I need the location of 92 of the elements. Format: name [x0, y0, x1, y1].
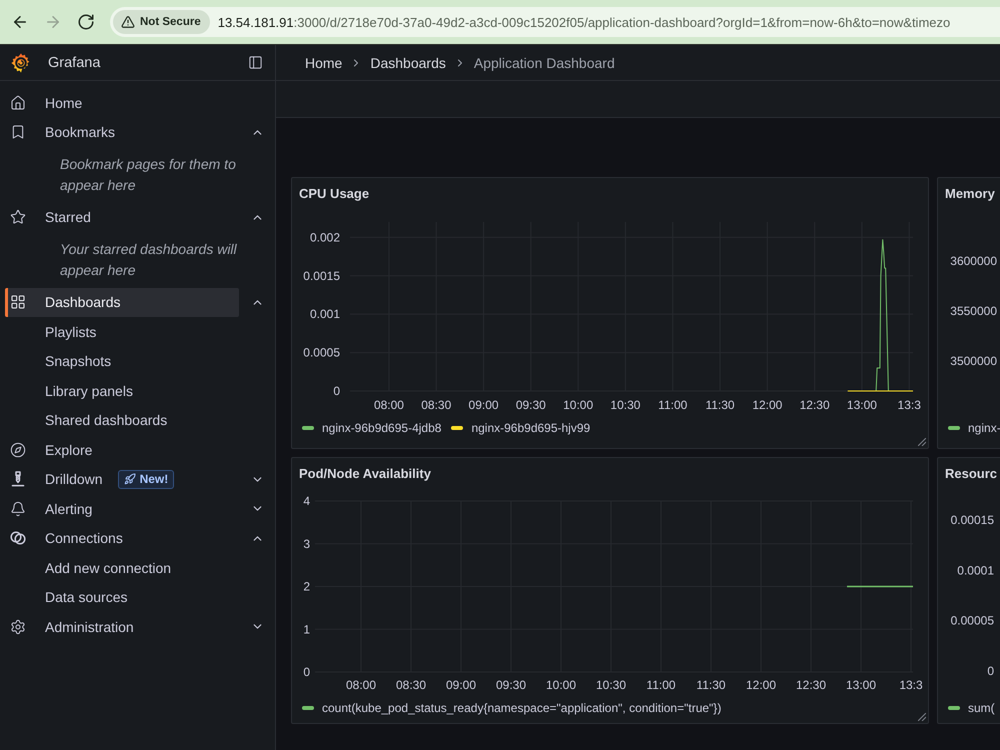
axis-label: 10:00: [563, 398, 594, 412]
nav-subitem[interactable]: Add new connection: [5, 553, 239, 582]
bookmark-icon: [10, 124, 26, 140]
legend-label[interactable]: sum(: [968, 701, 995, 715]
nav-subitem[interactable]: Snapshots: [5, 346, 239, 376]
nav-item[interactable]: Home: [5, 88, 239, 118]
warning-icon: [121, 15, 135, 29]
axis-label: 09:30: [516, 398, 546, 412]
home-icon: [10, 94, 26, 111]
axis-label: 3: [303, 536, 310, 551]
star-icon: [10, 209, 26, 226]
logo-icon[interactable]: [10, 52, 32, 74]
nav-item[interactable]: Bookmarks: [5, 118, 239, 147]
axis-label: 0.002: [310, 230, 340, 244]
axis-label: 0: [987, 664, 994, 678]
axis-label: 08:30: [421, 398, 452, 412]
bell-icon: [10, 500, 26, 517]
brand-name: Grafana: [48, 54, 102, 70]
breadcrumb-link[interactable]: Home: [305, 54, 342, 70]
current-page-label: Application Dashboard: [474, 54, 615, 70]
nav-item[interactable]: Starred: [5, 202, 239, 232]
axis-label: 0.0015: [303, 268, 340, 283]
axis-label: 0: [333, 384, 340, 398]
panel-title: Resourc: [944, 464, 998, 482]
breadcrumb-link[interactable]: Dashboards: [370, 54, 446, 70]
axis-label: 0.001: [310, 307, 340, 322]
axis-label: 0: [303, 665, 310, 679]
reload-icon[interactable]: [77, 13, 95, 31]
grid-icon: [10, 294, 26, 310]
panel-title: Memory: [944, 184, 996, 203]
empty-note: Bookmark pages for them to appear here: [60, 155, 237, 195]
settings-icon: [10, 618, 26, 635]
data-line: [847, 586, 913, 588]
badge-label: New!: [140, 472, 168, 486]
axis-label: 0.0001: [957, 563, 994, 578]
axis-label: 3550000: [950, 304, 997, 318]
axis-label: 3500000: [950, 354, 997, 368]
nav-subitem[interactable]: Playlists: [5, 317, 239, 346]
resize-handle-icon[interactable]: [918, 713, 926, 721]
nav-item[interactable]: Administration: [5, 612, 239, 642]
nav-subitem[interactable]: Data sources: [5, 582, 239, 612]
axis-label: 0.0005: [303, 346, 340, 360]
axis-label: 11:30: [696, 678, 726, 692]
security-chip[interactable]: Not Secure: [113, 10, 210, 34]
empty-note: Your starred dashboards will appear here: [60, 240, 238, 280]
axis-label: 08:00: [346, 678, 376, 692]
nav-subitem[interactable]: Shared dashboards: [5, 406, 239, 435]
axis-label: 1: [303, 622, 310, 636]
panel-title: Pod/Node Availability: [298, 464, 432, 483]
nav-subitem[interactable]: Library panels: [5, 376, 239, 406]
axis-label: 3600000: [950, 254, 997, 268]
axis-label: 09:00: [468, 398, 499, 412]
axis-label: 11:30: [705, 398, 735, 412]
axis-label: 09:30: [496, 678, 526, 692]
legend-label[interactable]: nginx-: [968, 421, 1000, 435]
axis-label: 11:00: [646, 678, 676, 692]
axis-label: 08:30: [396, 678, 426, 692]
axis-label: 12:00: [746, 678, 776, 692]
axis-label: 12:30: [800, 398, 830, 412]
rocket-icon: [124, 473, 136, 486]
axis-label: 09:00: [446, 678, 476, 692]
drill-icon: [10, 471, 26, 488]
nav-item[interactable]: Alerting: [5, 494, 239, 524]
overlapping-circles-icon: [10, 530, 26, 546]
axis-label: 13:3: [899, 678, 923, 692]
legend-label[interactable]: count(kube_pod_status_ready{namespace="application", condition="true"}): [322, 701, 722, 715]
legend-label[interactable]: nginx-96b9d695-hjv99: [471, 421, 590, 435]
sidebar-toggle-icon[interactable]: [248, 55, 263, 70]
compass-icon: [10, 442, 26, 458]
axis-label: 08:00: [374, 398, 404, 412]
panel-title: CPU Usage: [298, 184, 370, 203]
axis-label: 10:00: [546, 678, 576, 692]
axis-label: 2: [303, 580, 310, 594]
nav-item[interactable]: Explore: [5, 435, 239, 464]
axis-label: 10:30: [610, 398, 640, 412]
nav-item[interactable]: Drilldown New!: [5, 464, 239, 494]
axis-label: 11:00: [658, 398, 688, 412]
axis-label: 4: [303, 494, 310, 508]
axis-label: 12:30: [796, 678, 826, 692]
address-field[interactable]: Not Secure 13.54.181.91:3000/d/2718e70d-37a0-49d2-a3cd-009c15202f05/application-dashboard?orgId=1&from=now-6h&to=now&timezo: [110, 7, 1000, 37]
axis-label: 13:00: [846, 398, 877, 412]
legend-label[interactable]: nginx-96b9d695-4jdb8: [322, 421, 442, 435]
axis-label: 12:00: [752, 398, 782, 412]
axis-label: 13:00: [846, 678, 876, 692]
axis-label: 10:30: [596, 678, 626, 692]
url-text: 13.54.181.91:3000/d/2718e70d-37a0-49d2-a3cd-009c15202f05/application-dashboard?orgId=1&from=now-6h&to=now&timezo: [218, 14, 950, 30]
nav-item[interactable]: Dashboards: [5, 288, 239, 317]
axis-label: 13:3: [898, 398, 921, 412]
resize-handle-icon[interactable]: [918, 438, 926, 446]
axis-label: 0.00005: [950, 614, 994, 628]
nav-item[interactable]: Connections: [5, 524, 239, 553]
axis-label: 0.00015: [950, 513, 994, 527]
